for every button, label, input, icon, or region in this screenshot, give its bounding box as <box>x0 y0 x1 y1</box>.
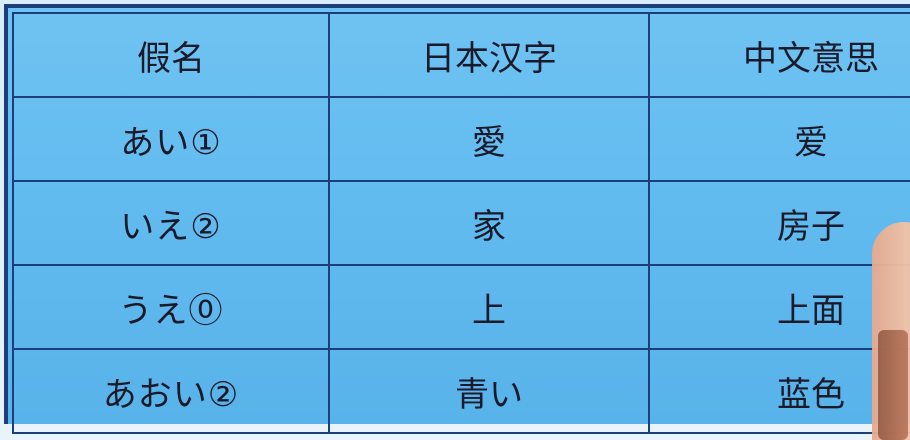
cell-chinese: 房子 <box>648 180 910 266</box>
presenter-sleeve <box>878 330 908 440</box>
header-chinese-meaning: 中文意思 <box>648 12 910 98</box>
table-row: あい① 愛 爱 <box>12 96 910 182</box>
header-japanese-kanji: 日本汉字 <box>328 12 650 98</box>
cell-kanji: 家 <box>328 180 650 266</box>
cell-kanji: 上 <box>328 264 650 350</box>
table-row: うえ⓪ 上 上面 <box>12 264 910 350</box>
cell-chinese: 蓝色 <box>648 348 910 434</box>
slide-board: 假名 日本汉字 中文意思 あい① 愛 爱 いえ② 家 房子 うえ⓪ 上 上面 あ… <box>4 4 910 434</box>
table-row: いえ② 家 房子 <box>12 180 910 266</box>
cell-chinese: 上面 <box>648 264 910 350</box>
vocabulary-table: 假名 日本汉字 中文意思 あい① 愛 爱 いえ② 家 房子 うえ⓪ 上 上面 あ… <box>12 12 910 434</box>
cell-kana: あい① <box>12 96 330 182</box>
cell-kanji: 青い <box>328 348 650 434</box>
cell-chinese: 爱 <box>648 96 910 182</box>
table-row: あおい② 青い 蓝色 <box>12 348 910 434</box>
cell-kana: あおい② <box>12 348 330 434</box>
header-kana: 假名 <box>12 12 330 98</box>
table-header-row: 假名 日本汉字 中文意思 <box>12 12 910 98</box>
video-frame: 假名 日本汉字 中文意思 あい① 愛 爱 いえ② 家 房子 うえ⓪ 上 上面 あ… <box>0 0 910 440</box>
cell-kana: うえ⓪ <box>12 264 330 350</box>
cell-kanji: 愛 <box>328 96 650 182</box>
cell-kana: いえ② <box>12 180 330 266</box>
